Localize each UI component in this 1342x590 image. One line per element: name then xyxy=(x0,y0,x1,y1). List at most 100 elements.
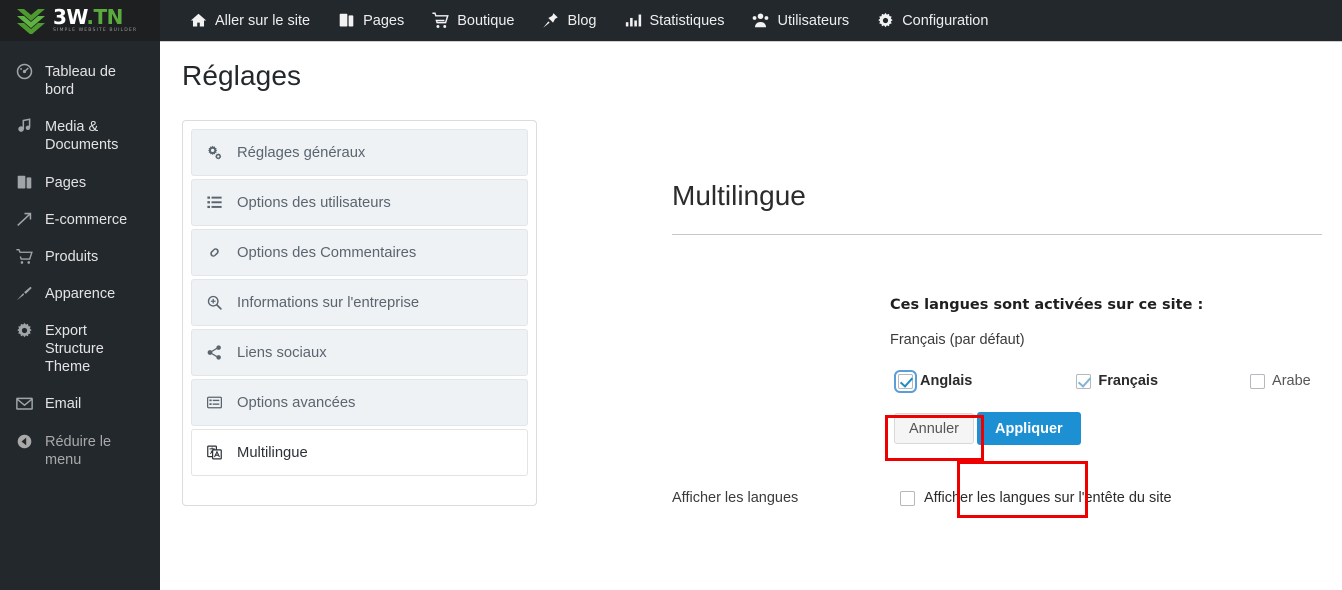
sidebar-item-email[interactable]: Email xyxy=(0,385,160,422)
default-language-text: Français (par défaut) xyxy=(890,332,1025,348)
checkbox-arabe-box[interactable] xyxy=(1250,373,1266,389)
gear-icon xyxy=(14,321,34,340)
panel-title: Multilingue xyxy=(672,180,806,211)
checkbox-arabe[interactable]: Arabe xyxy=(1250,373,1311,389)
cogs-icon xyxy=(206,145,223,160)
ecommerce-icon xyxy=(14,210,34,229)
display-languages-label: Afficher les langues xyxy=(672,490,799,506)
sidebar-item-media-documents[interactable]: Media & Documents xyxy=(0,108,160,163)
sidebar-item-label: Réduire le menu xyxy=(45,433,112,468)
tab-reglages-generaux[interactable]: Réglages généraux xyxy=(191,129,528,176)
users-icon xyxy=(752,12,769,29)
topnav-label: Aller sur le site xyxy=(215,12,311,29)
language-checkbox-row: Anglais Français Arabe xyxy=(890,364,1322,398)
topnav-item-configuration[interactable]: Configuration xyxy=(863,0,1002,41)
sidebar-item-tableau-de-bord[interactable]: Tableau de bord xyxy=(0,53,160,108)
topnav-item-pages[interactable]: Pages xyxy=(324,0,418,41)
checkbox-anglais[interactable]: Anglais xyxy=(894,369,973,393)
envelope-icon xyxy=(14,394,34,413)
sidebar-item-produits[interactable]: Produits xyxy=(0,238,160,275)
dashboard-icon xyxy=(14,62,34,81)
tab-informations-sur-lentreprise[interactable]: Informations sur l'entreprise xyxy=(191,279,528,326)
checkbox-anglais-label: Anglais xyxy=(920,373,973,389)
media-icon xyxy=(14,117,34,136)
checkbox-francais-box[interactable] xyxy=(1076,373,1092,389)
content-row: Réglages généraux Options des utilisateu… xyxy=(160,92,1342,506)
checkbox-francais-label: Français xyxy=(1098,373,1159,389)
top-nav: Aller sur le site Pages Boutique Blog St… xyxy=(160,0,1002,41)
gear-icon xyxy=(877,12,894,29)
topnav-item-aller-sur-le-site[interactable]: Aller sur le site xyxy=(176,0,324,41)
sidebar-item-e-commerce[interactable]: E-commerce xyxy=(0,201,160,238)
topnav-label: Boutique xyxy=(457,12,515,29)
chart-icon xyxy=(625,12,642,29)
action-button-row: Annuler Appliquer xyxy=(894,412,1322,445)
sidebar-item-label: Apparence xyxy=(45,285,116,302)
topnav-label: Pages xyxy=(363,12,405,29)
tab-label: Informations sur l'entreprise xyxy=(237,294,420,311)
home-icon xyxy=(190,12,207,29)
brand-subtitle: SIMPLE WEBSITE BUILDER xyxy=(53,28,138,34)
tab-liens-sociaux[interactable]: Liens sociaux xyxy=(191,329,528,376)
sidebar-item-label: Pages xyxy=(45,174,87,191)
main-content: Réglages Réglages généraux Options des u… xyxy=(160,41,1342,590)
tab-label: Options des Commentaires xyxy=(237,244,417,261)
checkbox-display-languages[interactable]: Afficher les langues sur l'entête du sit… xyxy=(900,490,1172,506)
pin-icon xyxy=(542,12,559,29)
pages-icon xyxy=(14,173,34,192)
display-languages-row: Afficher les langues Afficher les langue… xyxy=(672,490,1322,506)
sidebar-item-label: Tableau de bord xyxy=(45,64,116,99)
topnav-label: Utilisateurs xyxy=(777,12,850,29)
tab-label: Multilingue xyxy=(237,444,308,461)
topnav-item-utilisateurs[interactable]: Utilisateurs xyxy=(738,0,863,41)
share-alt-icon xyxy=(206,345,223,360)
cart-icon xyxy=(14,247,34,266)
checkbox-anglais-box[interactable] xyxy=(894,369,917,393)
brush-icon xyxy=(14,284,34,303)
top-bar: 3W.TN SIMPLE WEBSITE BUILDER Aller sur l… xyxy=(0,0,1342,41)
tab-options-des-commentaires[interactable]: Options des Commentaires xyxy=(191,229,528,276)
language-form: Ces langues sont activées sur ce site : … xyxy=(672,235,1322,445)
cart-icon xyxy=(432,12,449,29)
topnav-item-statistiques[interactable]: Statistiques xyxy=(611,0,739,41)
tab-options-avancees[interactable]: Options avancées xyxy=(191,379,528,426)
cancel-button[interactable]: Annuler xyxy=(894,413,974,444)
sidebar-item-reduire-le-menu[interactable]: Réduire le menu xyxy=(0,423,160,478)
collapse-arrow-icon xyxy=(14,432,34,451)
list-alt-icon xyxy=(206,395,223,410)
checkbox-francais[interactable]: Français xyxy=(1076,373,1158,389)
multilingue-panel: Multilingue Ces langues sont activées su… xyxy=(537,120,1342,506)
topnav-label: Statistiques xyxy=(649,12,725,29)
search-plus-icon xyxy=(206,295,223,310)
checkbox-arabe-label: Arabe xyxy=(1272,373,1311,389)
tab-label: Options avancées xyxy=(237,394,356,411)
tab-label: Options des utilisateurs xyxy=(237,194,391,211)
apply-button[interactable]: Appliquer xyxy=(976,412,1081,445)
list-ul-icon xyxy=(206,195,223,210)
app-root: 3W.TN SIMPLE WEBSITE BUILDER Aller sur l… xyxy=(0,0,1342,590)
sidebar-item-export-structure-theme[interactable]: Export Structure Theme xyxy=(0,312,160,385)
sidebar-item-pages[interactable]: Pages xyxy=(0,164,160,201)
tab-label: Liens sociaux xyxy=(237,344,327,361)
brand-title: 3W.TN xyxy=(53,5,123,30)
checkbox-display-languages-box[interactable] xyxy=(900,490,915,506)
sidebar-item-label: Export Structure Theme xyxy=(45,323,104,376)
topnav-label: Blog xyxy=(567,12,597,29)
brand-logo[interactable]: 3W.TN SIMPLE WEBSITE BUILDER xyxy=(0,0,160,41)
topnav-item-blog[interactable]: Blog xyxy=(528,0,610,41)
tab-multilingue[interactable]: Multilingue xyxy=(191,429,528,476)
settings-tab-list: Réglages généraux Options des utilisateu… xyxy=(182,120,537,506)
language-icon xyxy=(206,445,223,460)
sidebar-item-label: Email xyxy=(45,396,82,413)
pages-icon xyxy=(338,12,355,29)
chevron-stack-logo-icon xyxy=(16,8,46,35)
tab-label: Réglages généraux xyxy=(237,144,366,161)
sidebar-item-apparence[interactable]: Apparence xyxy=(0,275,160,312)
sidebar: Tableau de bord Media & Documents Pages … xyxy=(0,41,160,590)
checkbox-display-languages-label: Afficher les langues sur l'entête du sit… xyxy=(924,490,1172,506)
topnav-item-boutique[interactable]: Boutique xyxy=(418,0,528,41)
sidebar-item-label: Media & Documents xyxy=(45,119,119,154)
sidebar-item-label: E-commerce xyxy=(45,211,128,228)
languages-heading: Ces langues sont activées sur ce site : xyxy=(890,297,1204,313)
tab-options-des-utilisateurs[interactable]: Options des utilisateurs xyxy=(191,179,528,226)
